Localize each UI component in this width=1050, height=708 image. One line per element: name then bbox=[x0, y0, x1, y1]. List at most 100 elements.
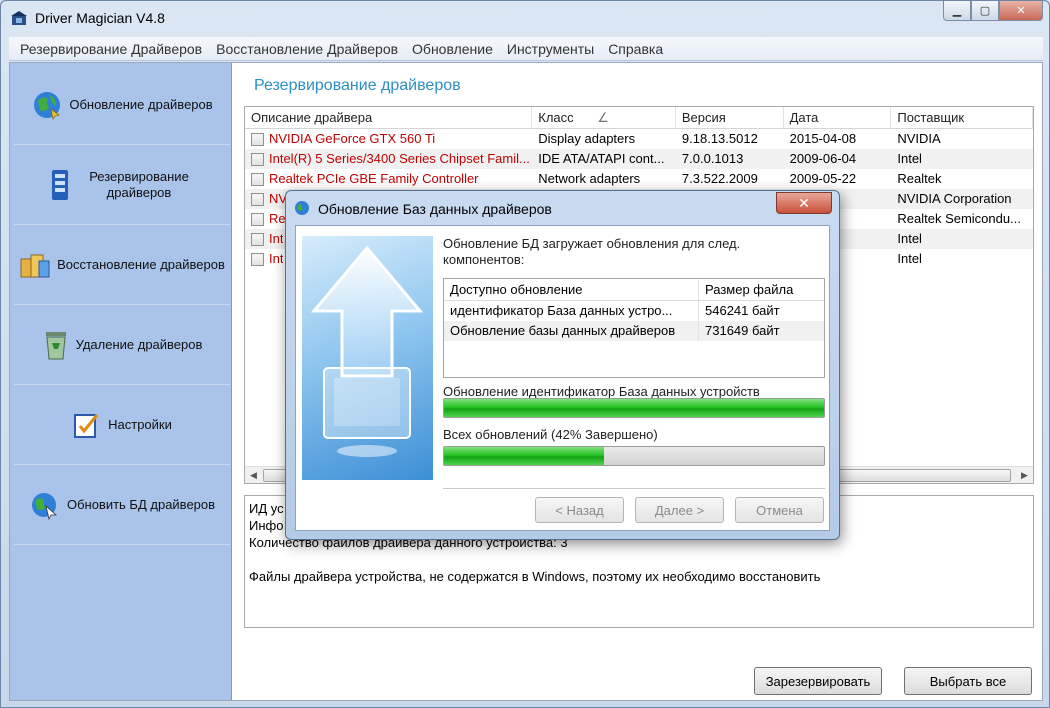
cell-date: 2015-04-08 bbox=[789, 131, 857, 146]
dialog-close-button[interactable]: ✕ bbox=[776, 192, 832, 214]
backup-icon bbox=[52, 169, 68, 200]
sidebar-item-delete-drivers[interactable]: Удаление драйверов bbox=[14, 305, 230, 385]
menu-bar: Резервирование Драйверов Восстановление … bbox=[9, 37, 1043, 61]
menu-tools[interactable]: Инструменты bbox=[500, 41, 601, 57]
progress-total-bar bbox=[443, 446, 825, 466]
sidebar-item-update-drivers[interactable]: Обновление драйверов bbox=[14, 65, 230, 145]
cell-description: Realtek PCIe GBE Family Controller bbox=[245, 169, 532, 189]
update-size: 546241 байт bbox=[705, 303, 780, 318]
sidebar-item-label: Обновление драйверов bbox=[69, 96, 213, 112]
cell-description: Intel(R) 5 Series/3400 Series Chipset Fa… bbox=[245, 149, 532, 169]
upload-arrow-illustration bbox=[302, 236, 433, 480]
settings-icon bbox=[74, 413, 99, 438]
app-window: Driver Magician V4.8 ▁ ▢ ✕ Резервировани… bbox=[0, 0, 1050, 708]
close-icon: ✕ bbox=[1016, 5, 1026, 17]
back-button[interactable]: < Назад bbox=[535, 497, 624, 523]
column-header-version[interactable]: Версия bbox=[676, 107, 784, 129]
minimize-icon: ▁ bbox=[952, 5, 962, 17]
sidebar-item-label: Настройки bbox=[108, 416, 172, 432]
cell-version: 7.3.522.2009 bbox=[681, 171, 758, 186]
sidebar-item-label: Обновить БД драйверов bbox=[66, 496, 216, 512]
title-bar[interactable]: Driver Magician V4.8 ▁ ▢ ✕ bbox=[1, 1, 1049, 35]
row-checkbox[interactable] bbox=[251, 152, 264, 166]
updates-table-header: Доступно обновление Размер файла bbox=[444, 279, 824, 301]
sidebar-item-label: Резервирование драйверов bbox=[89, 168, 189, 200]
column-header-size[interactable]: Размер файла bbox=[699, 279, 824, 300]
globe-icon bbox=[34, 91, 61, 120]
info-line bbox=[249, 551, 1029, 568]
cell-vendor: NVIDIA Corporation bbox=[897, 191, 1012, 206]
row-checkbox[interactable] bbox=[251, 132, 264, 146]
update-size: 731649 байт bbox=[705, 323, 780, 338]
cell-class: IDE ATA/ATAPI cont... bbox=[538, 151, 665, 166]
cell-version: 9.18.13.5012 bbox=[681, 131, 758, 146]
cell-date: 2009-05-22 bbox=[789, 171, 857, 186]
row-checkbox[interactable] bbox=[251, 232, 264, 246]
progress-current-fill bbox=[444, 399, 824, 417]
dialog-message: Обновление БД загружает обновления для с… bbox=[443, 236, 741, 267]
sidebar-item-update-db[interactable]: Обновить БД драйверов bbox=[14, 465, 230, 545]
cell-class: Display adapters bbox=[538, 131, 636, 146]
sidebar-item-backup-drivers[interactable]: Резервирование драйверов bbox=[14, 145, 230, 225]
menu-help[interactable]: Справка bbox=[601, 41, 670, 57]
maximize-icon: ▢ bbox=[979, 5, 991, 17]
cell-description: NVIDIA GeForce GTX 560 Ti bbox=[245, 129, 532, 149]
menu-update[interactable]: Обновление bbox=[405, 41, 500, 57]
table-header: Описание драйвера Класс ∠ Версия Дата По… bbox=[245, 107, 1033, 129]
sort-arrow-icon: ∠ bbox=[597, 110, 609, 125]
table-row[interactable]: Realtek PCIe GBE Family Controller Networ… bbox=[245, 169, 1033, 189]
menu-backup[interactable]: Резервирование Драйверов bbox=[13, 41, 209, 57]
page-title: Резервирование драйверов bbox=[254, 77, 461, 94]
cell-class: Network adapters bbox=[538, 171, 641, 186]
recycle-icon bbox=[45, 331, 66, 359]
column-header-date[interactable]: Дата bbox=[784, 107, 892, 129]
select-all-button[interactable]: Выбрать все bbox=[904, 667, 1032, 695]
progress-current-bar bbox=[443, 398, 825, 418]
updates-table: Доступно обновление Размер файла идентиф… bbox=[443, 278, 825, 378]
column-header-update[interactable]: Доступно обновление bbox=[444, 279, 699, 300]
row-checkbox[interactable] bbox=[251, 172, 264, 186]
scroll-right-icon[interactable]: ▶ bbox=[1016, 467, 1033, 483]
restore-icon bbox=[20, 254, 50, 277]
backup-button[interactable]: Зарезервировать bbox=[754, 667, 882, 695]
dialog-body: Обновление БД загружает обновления для с… bbox=[295, 225, 830, 531]
cancel-button[interactable]: Отмена bbox=[735, 497, 824, 523]
row-checkbox[interactable] bbox=[251, 212, 264, 226]
maximize-button[interactable]: ▢ bbox=[971, 1, 999, 21]
window-title: Driver Magician V4.8 bbox=[35, 10, 165, 26]
dialog-separator bbox=[443, 488, 825, 489]
update-db-dialog: Обновление Баз данных драйверов ✕ Обновл… bbox=[285, 190, 840, 540]
dialog-title: Обновление Баз данных драйверов bbox=[318, 201, 552, 217]
update-name: Обновление базы данных драйверов bbox=[444, 321, 699, 341]
column-header-vendor[interactable]: Поставщик bbox=[891, 107, 1033, 129]
cell-vendor: NVIDIA bbox=[897, 131, 941, 146]
cell-description-text: Intel(R) 5 Series/3400 Series Chipset Fa… bbox=[269, 151, 530, 166]
table-row[interactable]: NVIDIA GeForce GTX 560 Ti Display adapter… bbox=[245, 129, 1033, 149]
update-name: идентификатор База данных устро... bbox=[444, 301, 699, 321]
table-row[interactable]: идентификатор База данных устро... 54624… bbox=[444, 301, 824, 321]
close-button[interactable]: ✕ bbox=[999, 1, 1043, 21]
minimize-button[interactable]: ▁ bbox=[943, 1, 971, 21]
sidebar: Обновление драйверов Резервирование драй… bbox=[10, 63, 232, 700]
progress-total-fill bbox=[444, 447, 604, 465]
table-row[interactable]: Intel(R) 5 Series/3400 Series Chipset Fa… bbox=[245, 149, 1033, 169]
cell-vendor: Realtek Semicondu... bbox=[897, 211, 1021, 226]
cell-description-text: Re bbox=[269, 211, 286, 226]
sidebar-item-label: Восстановление драйверов bbox=[57, 256, 225, 272]
cell-vendor: Realtek bbox=[897, 171, 942, 186]
menu-restore[interactable]: Восстановление Драйверов bbox=[209, 41, 405, 57]
info-line: Файлы драйвера устройства, не содержатся… bbox=[249, 569, 821, 584]
row-checkbox[interactable] bbox=[251, 192, 264, 206]
column-header-class-label: Класс bbox=[538, 110, 574, 125]
column-header-class[interactable]: Класс ∠ bbox=[532, 107, 676, 129]
sidebar-item-restore-drivers[interactable]: Восстановление драйверов bbox=[14, 225, 230, 305]
sidebar-item-settings[interactable]: Настройки bbox=[14, 385, 230, 465]
column-header-description[interactable]: Описание драйвера bbox=[245, 107, 533, 129]
table-row[interactable]: Обновление базы данных драйверов 731649 … bbox=[444, 321, 824, 341]
next-button[interactable]: Далее > bbox=[635, 497, 724, 523]
sidebar-item-label: Удаление драйверов bbox=[75, 336, 203, 352]
scroll-left-icon[interactable]: ◀ bbox=[245, 467, 262, 483]
cell-vendor: Intel bbox=[897, 251, 922, 266]
row-checkbox[interactable] bbox=[251, 252, 264, 266]
cell-description-text: Int bbox=[269, 231, 284, 246]
